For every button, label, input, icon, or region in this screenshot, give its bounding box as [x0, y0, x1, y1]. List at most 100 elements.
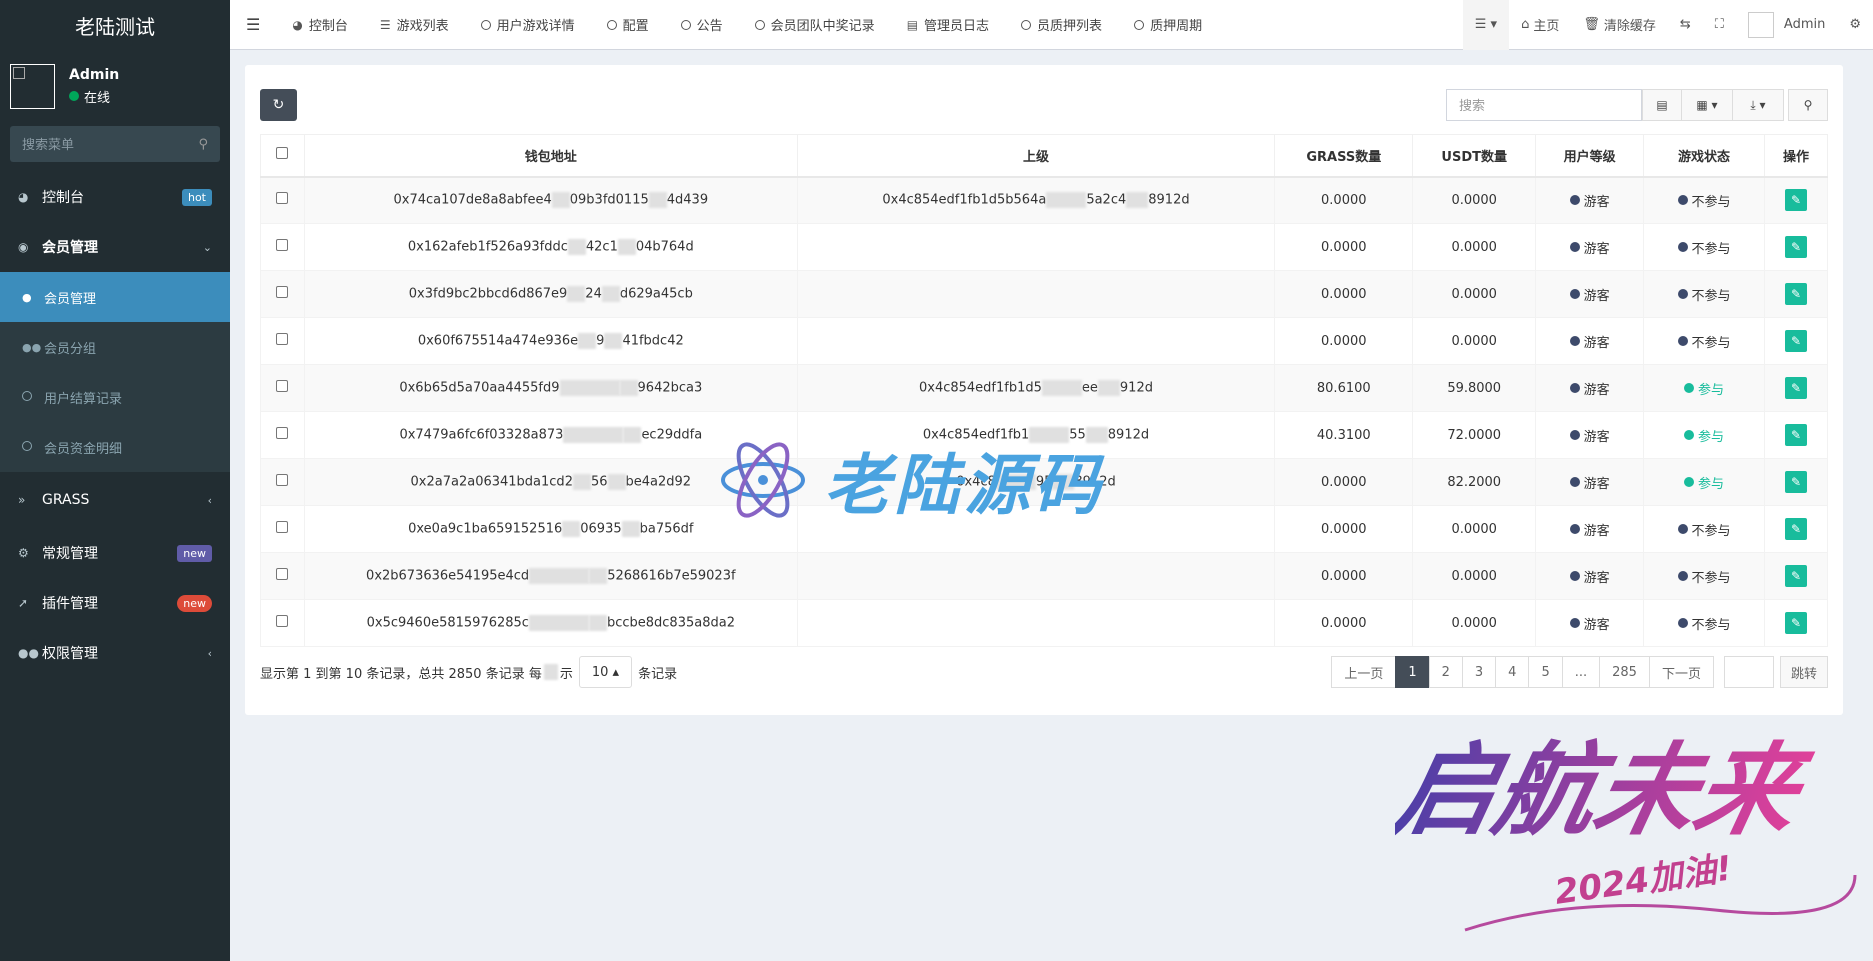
- row-checkbox[interactable]: [276, 427, 289, 439]
- wallet-address-cell: 0x2b673636e54195e4cd 5268616b7e59023f: [303, 552, 798, 600]
- sidebar-item-dashboard[interactable]: ◕ 控制台 hot: [0, 172, 230, 222]
- edit-button[interactable]: ✎: [1784, 518, 1807, 540]
- fullscreen-icon[interactable]: ⛶: [1703, 0, 1736, 50]
- row-checkbox[interactable]: [276, 521, 289, 533]
- tab-staking-cycle[interactable]: 质押周期: [1118, 0, 1218, 50]
- table-row[interactable]: 0x162afeb1f526a93fddc 42c1 04b764d 0.0000 …: [260, 223, 1829, 271]
- watermark-text: 老陆源码: [824, 447, 1104, 524]
- prev-page-button[interactable]: 上一页: [1331, 656, 1397, 688]
- edit-button[interactable]: ✎: [1784, 565, 1807, 587]
- row-checkbox[interactable]: [276, 333, 289, 345]
- brand-title[interactable]: 老陆测试: [0, 0, 230, 50]
- sidebar-item-member-groups[interactable]: ●● 会员分组: [0, 322, 230, 372]
- table-search-input[interactable]: [1459, 97, 1629, 113]
- double-chevron-icon: »: [18, 493, 26, 507]
- tab-game-list[interactable]: ☰ 游戏列表: [364, 0, 465, 50]
- row-checkbox[interactable]: [276, 474, 289, 486]
- page-5-button[interactable]: 5: [1528, 656, 1563, 688]
- parent-address-cell: [796, 270, 1276, 318]
- page-ellipsis: ...: [1561, 656, 1601, 688]
- tab-dashboard[interactable]: ◕ 控制台: [276, 0, 364, 50]
- edit-button[interactable]: ✎: [1784, 236, 1807, 258]
- sidebar-item-permissions[interactable]: ●● 权限管理 ‹: [0, 628, 230, 678]
- select-all-checkbox[interactable]: [276, 147, 289, 160]
- edit-button[interactable]: ✎: [1784, 283, 1807, 305]
- col-usdt[interactable]: USDT数量: [1412, 134, 1537, 178]
- table-row[interactable]: 0x5c9460e5815976285c bccbe8dc835a8da2 0.0…: [260, 599, 1829, 647]
- settings-gears-icon[interactable]: ⚙: [1837, 0, 1873, 50]
- jump-page-input[interactable]: [1723, 656, 1774, 688]
- edit-button[interactable]: ✎: [1784, 377, 1807, 399]
- page-285-button[interactable]: 285: [1599, 656, 1650, 688]
- admin-menu[interactable]: Admin: [1736, 0, 1837, 50]
- pencil-icon: ✎: [1790, 381, 1802, 395]
- sidebar-item-plugins[interactable]: ➚ 插件管理 new: [0, 578, 230, 628]
- page-2-button[interactable]: 2: [1428, 656, 1463, 688]
- grass-amount-cell: 0.0000: [1274, 505, 1414, 553]
- status-dot-icon: [1569, 336, 1580, 346]
- user-level-cell: 游客: [1535, 176, 1645, 224]
- sidebar-search-input[interactable]: [22, 136, 172, 152]
- table-row[interactable]: 0x74ca107de8a8abfee4 09b3fd0115 4d439 0x4c…: [260, 176, 1829, 224]
- game-state-cell: 不参与: [1643, 552, 1765, 600]
- export-button[interactable]: ⤓ ▾: [1732, 89, 1784, 121]
- tab-announcement[interactable]: 公告: [665, 0, 739, 50]
- tab-user-game-detail[interactable]: 用户游戏详情: [465, 0, 591, 50]
- edit-button[interactable]: ✎: [1784, 330, 1807, 352]
- usdt-amount-cell: 0.0000: [1412, 317, 1537, 365]
- clear-cache-button[interactable]: 🗑 清除缓存: [1571, 0, 1668, 50]
- hamburger-menu-icon[interactable]: ☰: [230, 0, 276, 50]
- row-checkbox[interactable]: [276, 615, 289, 627]
- actions-cell: ✎: [1763, 270, 1829, 318]
- columns-button[interactable]: ▦ ▾: [1681, 89, 1733, 121]
- tabs-dropdown-button[interactable]: ☰ ▾: [1462, 0, 1510, 50]
- search-icon[interactable]: ⚲: [198, 137, 208, 152]
- table-search: [1446, 89, 1642, 121]
- row-checkbox[interactable]: [276, 192, 289, 205]
- table-row[interactable]: 0x60f675514a474e936e 9 41fbdc42 0.0000 0.0…: [260, 317, 1829, 365]
- row-checkbox[interactable]: [276, 568, 289, 580]
- users-icon: ●●: [18, 646, 39, 660]
- jump-button[interactable]: 跳转: [1779, 656, 1828, 688]
- col-grass[interactable]: GRASS数量: [1274, 134, 1414, 178]
- col-level[interactable]: 用户等级: [1535, 134, 1645, 178]
- sidebar-item-member-management[interactable]: ◉ 会员管理 ⌄: [0, 222, 230, 272]
- advanced-search-button[interactable]: ⚲: [1788, 89, 1828, 121]
- page-4-button[interactable]: 4: [1495, 656, 1530, 688]
- language-icon[interactable]: ⇆: [1668, 0, 1703, 50]
- status-dot-icon: [1677, 618, 1688, 628]
- sidebar-item-fund-details[interactable]: 会员资金明细: [0, 422, 230, 472]
- edit-button[interactable]: ✎: [1784, 189, 1807, 212]
- toggle-view-button[interactable]: ▤: [1642, 89, 1682, 121]
- sidebar-item-general[interactable]: ⚙ 常规管理 new: [0, 528, 230, 578]
- dashboard-icon: ◕: [18, 190, 29, 204]
- sidebar-item-settlement-records[interactable]: 用户结算记录: [0, 372, 230, 422]
- page-size-select[interactable]: 10 ▴: [578, 656, 633, 688]
- sidebar-item-grass[interactable]: » GRASS ‹: [0, 472, 230, 528]
- table-row[interactable]: 0x3fd9bc2bbcd6d867e9 24 d629a45cb 0.0000 0…: [260, 270, 1829, 318]
- tab-config[interactable]: 配置: [591, 0, 665, 50]
- page-3-button[interactable]: 3: [1461, 656, 1497, 688]
- col-wallet[interactable]: 钱包地址: [303, 134, 798, 178]
- col-parent[interactable]: 上级: [796, 134, 1276, 178]
- home-link[interactable]: ⌂ 主页: [1509, 0, 1571, 50]
- next-page-button[interactable]: 下一页: [1648, 656, 1714, 688]
- sidebar-item-members[interactable]: ● 会员管理: [0, 272, 230, 322]
- page-1-button[interactable]: 1: [1395, 656, 1430, 688]
- grass-amount-cell: 40.3100: [1274, 411, 1414, 459]
- row-checkbox[interactable]: [276, 380, 289, 392]
- edit-button[interactable]: ✎: [1784, 612, 1807, 634]
- col-game-state[interactable]: 游戏状态: [1643, 134, 1765, 178]
- row-checkbox[interactable]: [276, 239, 289, 251]
- row-checkbox[interactable]: [276, 286, 289, 298]
- actions-cell: ✎: [1763, 364, 1829, 412]
- table-row[interactable]: 0x2b673636e54195e4cd 5268616b7e59023f 0.0…: [260, 552, 1829, 600]
- tab-admin-log[interactable]: ▤ 管理员日志: [891, 0, 1005, 50]
- edit-button[interactable]: ✎: [1784, 471, 1807, 493]
- wallet-address-cell: 0x3fd9bc2bbcd6d867e9 24 d629a45cb: [303, 270, 798, 318]
- table-row[interactable]: 0x6b65d5a70aa4455fd9 9642bca3 0x4c854edf1…: [260, 364, 1829, 412]
- refresh-button[interactable]: ↻: [260, 89, 297, 121]
- tab-staking-list[interactable]: 员质押列表: [1005, 0, 1118, 50]
- edit-button[interactable]: ✎: [1784, 424, 1807, 446]
- tab-team-prize-records[interactable]: 会员团队中奖记录: [739, 0, 891, 50]
